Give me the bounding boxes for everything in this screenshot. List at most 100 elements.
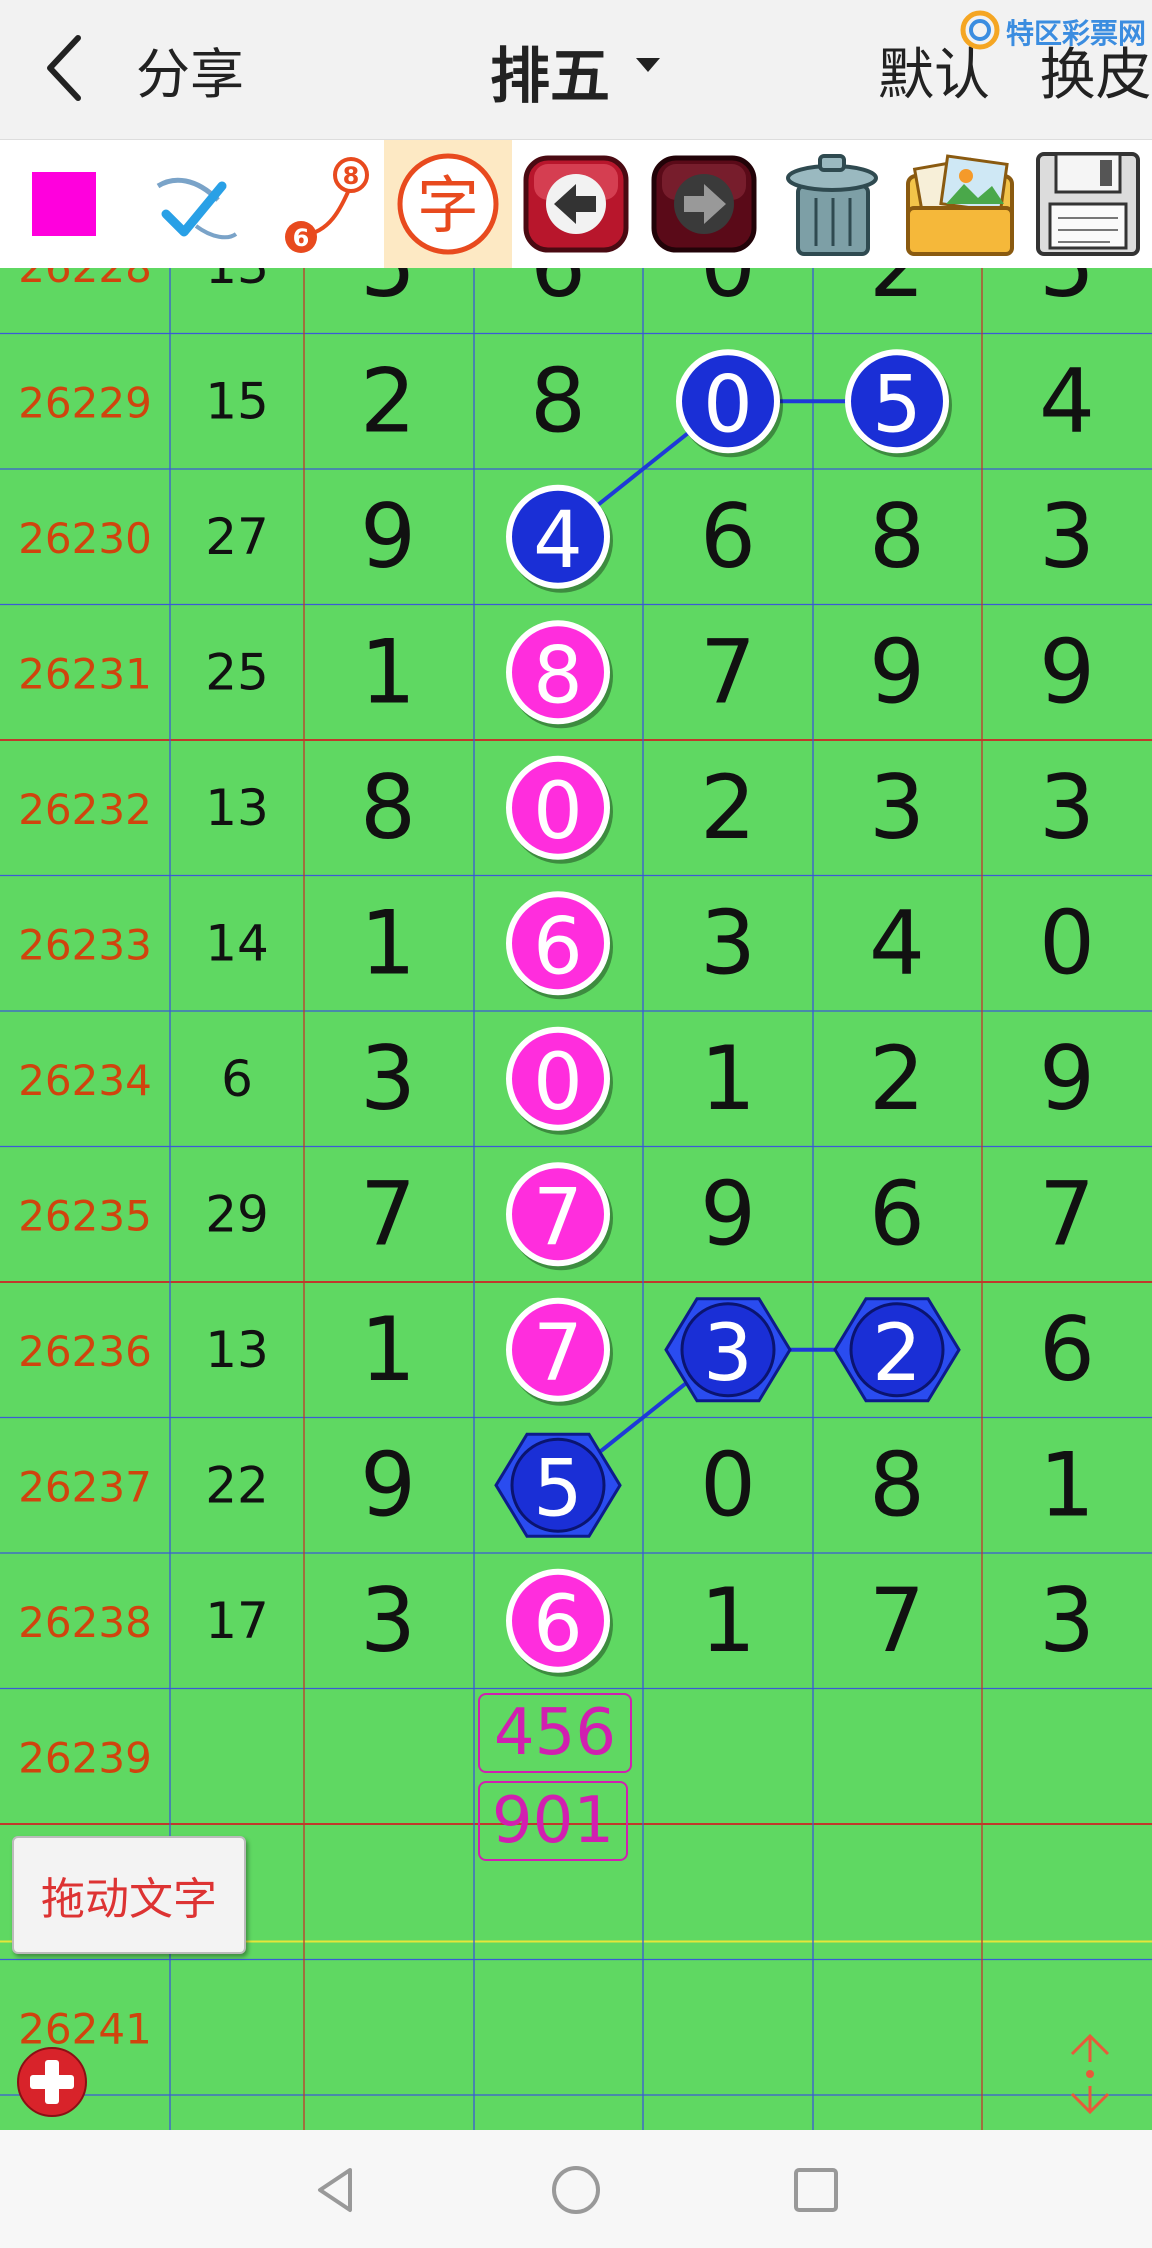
drag-text-button[interactable]: 拖动文字 (12, 1836, 246, 1954)
back-arrow-icon[interactable] (40, 28, 90, 108)
digit-cell[interactable]: 1 (360, 1298, 416, 1401)
nav-home-icon[interactable] (546, 2160, 606, 2220)
issue-number: 26239 (18, 1733, 152, 1782)
nav-recents-icon[interactable] (786, 2160, 846, 2220)
sum-value: 13 (205, 1321, 269, 1379)
digit-cell[interactable]: 7 (533, 1309, 583, 1399)
issue-number: 26229 (18, 378, 152, 427)
sum-value: 13 (205, 268, 269, 295)
digit-cell[interactable]: 8 (533, 631, 583, 721)
digit-cell[interactable]: 8 (869, 485, 925, 588)
watermark-logo-icon (960, 10, 1000, 50)
digit-cell[interactable]: 0 (700, 268, 756, 317)
issue-number: 26236 (18, 1327, 152, 1376)
digit-cell[interactable]: 0 (700, 1433, 756, 1536)
digit-cell[interactable]: 3 (1039, 1569, 1095, 1672)
share-button[interactable]: 分享 (136, 30, 244, 109)
issue-number: 26228 (18, 268, 152, 292)
digit-cell[interactable]: 6 (530, 268, 586, 317)
sum-value: 29 (205, 1185, 269, 1243)
color-swatch-button[interactable] (0, 140, 128, 268)
digit-cell[interactable]: 2 (872, 1309, 922, 1399)
digit-cell[interactable]: 9 (700, 1162, 756, 1265)
issue-number: 26234 (18, 1056, 152, 1105)
text-char-icon: 字 (397, 153, 499, 255)
digit-cell[interactable]: 3 (869, 756, 925, 859)
add-plus-icon[interactable] (16, 2046, 88, 2118)
digit-cell[interactable]: 3 (1039, 485, 1095, 588)
text-char-button[interactable]: 字 (384, 140, 512, 268)
digit-cell[interactable]: 2 (869, 268, 925, 317)
digit-cell[interactable]: 9 (1039, 1027, 1095, 1130)
album-button[interactable] (896, 140, 1024, 268)
redo-button[interactable] (640, 140, 768, 268)
digit-cell[interactable]: 3 (360, 1027, 416, 1130)
digit-cell[interactable]: 2 (700, 756, 756, 859)
text-char-label: 字 (417, 169, 479, 242)
issue-number: 26235 (18, 1191, 152, 1240)
digit-cell[interactable]: 1 (360, 891, 416, 994)
digit-cell[interactable]: 3 (1039, 756, 1095, 859)
watermark: 特区彩票网 (960, 10, 1150, 50)
digit-cell[interactable]: 3 (360, 1569, 416, 1672)
digit-cell[interactable]: 1 (700, 1569, 756, 1672)
digit-cell[interactable]: 7 (700, 620, 756, 723)
digit-cell[interactable]: 4 (869, 891, 925, 994)
photo-album-icon (906, 154, 1014, 256)
digit-cell[interactable]: 5 (872, 360, 922, 450)
digit-cell[interactable]: 4 (1039, 349, 1095, 452)
sum-value: 25 (205, 643, 269, 701)
digit-cell[interactable]: 6 (533, 1580, 583, 1670)
digit-cell[interactable]: 6 (1039, 1298, 1095, 1401)
digit-cell[interactable]: 2 (360, 349, 416, 452)
check-pen-button[interactable] (128, 140, 256, 268)
undo-arrow-icon (523, 155, 629, 253)
undo-button[interactable] (512, 140, 640, 268)
digit-cell[interactable]: 1 (700, 1027, 756, 1130)
digit-cell[interactable]: 2 (869, 1027, 925, 1130)
digit-cell[interactable]: 1 (1039, 1433, 1095, 1536)
issue-number: 26232 (18, 785, 152, 834)
redo-arrow-icon (651, 155, 757, 253)
nav-back-icon[interactable] (306, 2160, 366, 2220)
digit-cell[interactable]: 0 (533, 767, 583, 857)
trash-button[interactable] (768, 140, 896, 268)
digit-cell[interactable]: 7 (533, 1173, 583, 1263)
check-pen-icon (156, 177, 238, 240)
digit-cell[interactable]: 9 (869, 620, 925, 723)
digit-cell[interactable]: 3 (703, 1309, 753, 1399)
digit-cell[interactable]: 1 (360, 620, 416, 723)
magenta-color-swatch-icon (32, 172, 96, 236)
trend-grid: 2622813560252622915280542623027946832623… (0, 268, 1152, 2130)
caret-down-icon[interactable] (636, 58, 660, 72)
default-button[interactable]: 默认 (878, 43, 990, 108)
page-title[interactable]: 排五 (490, 28, 610, 115)
digit-cell[interactable]: 0 (1039, 891, 1095, 994)
digit-cell[interactable]: 0 (703, 360, 753, 450)
digit-cell[interactable]: 5 (360, 268, 416, 317)
digit-cell[interactable]: 7 (869, 1569, 925, 1672)
digit-cell[interactable]: 0 (533, 1038, 583, 1128)
connect-line-button[interactable]: 8 6 (256, 140, 384, 268)
digit-cell[interactable]: 6 (869, 1162, 925, 1265)
digit-cell[interactable]: 8 (360, 756, 416, 859)
digit-cell[interactable]: 8 (530, 349, 586, 452)
save-button[interactable] (1024, 140, 1152, 268)
digit-cell[interactable]: 5 (533, 1444, 583, 1534)
digit-cell[interactable]: 5 (1039, 268, 1095, 317)
digit-cell[interactable]: 6 (533, 902, 583, 992)
scroll-handle-icon[interactable] (1062, 2026, 1118, 2122)
issue-number: 26230 (18, 514, 152, 563)
sum-value: 22 (205, 1456, 269, 1514)
digit-cell[interactable]: 7 (1039, 1162, 1095, 1265)
digit-cell[interactable]: 7 (360, 1162, 416, 1265)
digit-cell[interactable]: 3 (700, 891, 756, 994)
change-skin-button[interactable]: 换皮 (1040, 43, 1152, 108)
digit-cell[interactable]: 9 (1039, 620, 1095, 723)
digit-cell[interactable]: 6 (700, 485, 756, 588)
digit-cell[interactable]: 8 (869, 1433, 925, 1536)
sum-value: 15 (205, 372, 269, 430)
digit-cell[interactable]: 4 (533, 496, 583, 586)
digit-cell[interactable]: 9 (360, 1433, 416, 1536)
digit-cell[interactable]: 9 (360, 485, 416, 588)
